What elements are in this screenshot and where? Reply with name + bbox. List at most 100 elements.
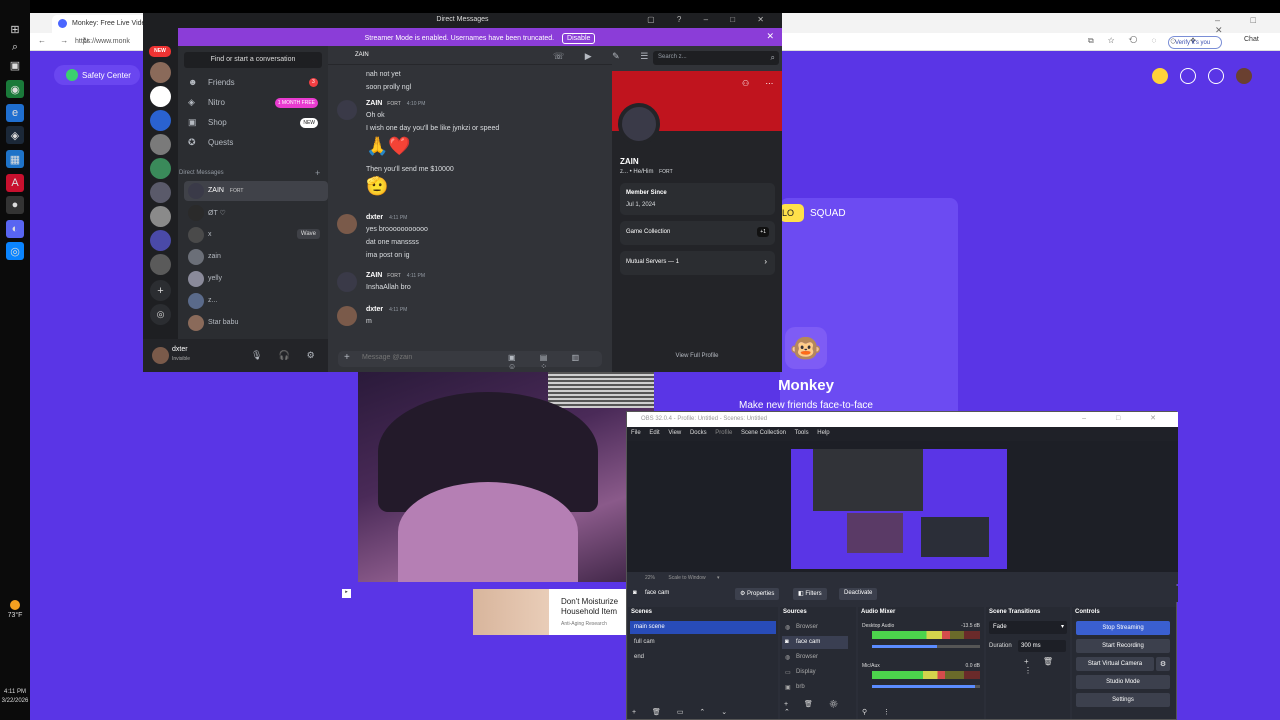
server-icon[interactable]	[150, 158, 171, 179]
discover-icon[interactable]: ◎	[150, 304, 171, 325]
menu-help[interactable]: Help	[817, 430, 829, 436]
chat-button[interactable]: Chat	[1244, 36, 1259, 43]
adobe-app-icon[interactable]: A	[6, 174, 24, 192]
menu-file[interactable]: File	[631, 430, 641, 436]
message-input[interactable]	[362, 354, 482, 361]
attach-icon[interactable]: +	[344, 352, 350, 363]
dm-item[interactable]: zain	[184, 247, 328, 267]
disable-streamer-button[interactable]: Disable	[562, 33, 596, 44]
messages-icon[interactable]	[1208, 68, 1224, 84]
new-dm-icon[interactable]: +	[315, 168, 320, 178]
dm-item[interactable]: ZAIN FORT	[184, 181, 328, 201]
source-toolbar-buttons[interactable]: + 🗑 ⚙ ⌃	[784, 700, 856, 716]
scene-item[interactable]: end	[630, 651, 776, 664]
menu-view[interactable]: View	[668, 430, 681, 436]
weather-widget[interactable]: 73°F	[0, 600, 30, 619]
edge-app-icon[interactable]: e	[6, 104, 24, 122]
source-item[interactable]: ◙ face cam	[782, 636, 848, 649]
stop-streaming-button[interactable]: Stop Streaming	[1076, 621, 1170, 635]
server-icon[interactable]	[150, 110, 171, 131]
discord-app-icon[interactable]: ◐	[6, 220, 24, 238]
start-virtual-camera-button[interactable]: Start Virtual Camera	[1076, 657, 1154, 671]
server-icon[interactable]	[150, 86, 171, 107]
server-icon[interactable]	[150, 182, 171, 203]
avatar[interactable]	[1236, 68, 1252, 84]
dm-item[interactable]: Star babu	[184, 313, 328, 333]
solo-mode-button[interactable]: LO	[780, 204, 804, 222]
menu-docks[interactable]: Docks	[690, 430, 707, 436]
source-item[interactable]: ▭ Display	[782, 666, 848, 679]
ad-banner[interactable]: Don't Moisturize Household Item Anti-Agi…	[473, 589, 627, 635]
dm-item[interactable]: ØT ♡	[184, 203, 328, 223]
obs-window-controls[interactable]: – □ ✕	[1082, 414, 1170, 422]
server-icon[interactable]	[150, 254, 171, 275]
settings-button[interactable]: Settings	[1076, 693, 1170, 707]
zoom-mode[interactable]: Scale to Window	[668, 575, 705, 581]
history-icon[interactable]	[1180, 68, 1196, 84]
ad-badge[interactable]: ▸	[342, 589, 351, 598]
close-icon[interactable]: ✕	[766, 31, 774, 42]
search-input[interactable]: Search z... ⌕	[653, 51, 779, 65]
verify-profile-button[interactable]: Verify it's you	[1168, 36, 1222, 49]
discord-window-controls[interactable]: ▢ ? – □ ✕	[647, 15, 774, 24]
chrome-app-icon[interactable]: ◎	[6, 242, 24, 260]
user-controls[interactable]: 🎙 🎧 ⚙	[251, 350, 322, 361]
game-collection-card[interactable]: Game Collection +1	[620, 221, 775, 245]
server-icon[interactable]	[150, 134, 171, 155]
server-icon[interactable]	[150, 230, 171, 251]
scene-toolbar[interactable]: + 🗑 ▭ ⌃ ⌄	[632, 708, 734, 716]
transition-select[interactable]: Fade ▾	[989, 621, 1067, 634]
add-server-icon[interactable]: +	[150, 280, 171, 301]
find-conversation-button[interactable]: Find or start a conversation	[184, 52, 322, 68]
coins-icon[interactable]	[1152, 68, 1168, 84]
gear-icon[interactable]: ⚙	[1156, 657, 1170, 671]
scene-item[interactable]: full cam	[630, 636, 776, 649]
steam-app-icon[interactable]: ◈	[6, 126, 24, 144]
volume-slider[interactable]	[872, 685, 980, 688]
address-bar[interactable]: https://www.monk	[75, 36, 145, 48]
filters-button[interactable]: ◧ Filters	[793, 588, 827, 600]
dm-item[interactable]: z...	[184, 291, 328, 311]
menu-scene-collection[interactable]: Scene Collection	[741, 430, 786, 436]
menu-edit[interactable]: Edit	[649, 430, 659, 436]
dm-item[interactable]: x Wave	[184, 225, 328, 245]
start-icon[interactable]: ⊞	[6, 20, 24, 38]
mutual-servers-card[interactable]: Mutual Servers — 1 ›	[620, 251, 775, 275]
server-icon[interactable]	[150, 206, 171, 227]
nav-nitro[interactable]: ◈ Nitro 1 MONTH FREE	[184, 94, 322, 112]
squad-mode-button[interactable]: SQUAD	[810, 208, 846, 219]
menu-profile[interactable]: Profile	[715, 430, 732, 436]
profile-actions[interactable]: ⚇ ⋯	[742, 79, 780, 88]
nav-friends[interactable]: ☻ Friends 3	[184, 74, 322, 92]
source-item[interactable]: ◍ Browser	[782, 621, 848, 634]
taskbar-clock[interactable]: 4:11 PM 3/22/2026	[0, 688, 30, 706]
zoom-level[interactable]: 22%	[645, 575, 655, 581]
view-full-profile-link[interactable]: View Full Profile	[612, 353, 782, 359]
wave-button[interactable]: Wave	[296, 229, 320, 239]
obs-app-icon[interactable]: ●	[6, 196, 24, 214]
search-icon[interactable]: ⌕	[6, 38, 24, 56]
chevron-down-icon[interactable]: ▾	[717, 575, 720, 581]
dm-item[interactable]: yelly	[184, 269, 328, 289]
deactivate-button[interactable]: Deactivate	[839, 588, 878, 600]
safety-center-button[interactable]: Safety Center	[54, 65, 140, 85]
mixer-toolbar[interactable]: ⚲ ⋮	[862, 708, 897, 716]
transition-buttons[interactable]: + 🗑 ⋮	[1024, 657, 1070, 675]
obs-preview[interactable]	[791, 449, 1007, 569]
start-recording-button[interactable]: Start Recording	[1076, 639, 1170, 653]
volume-slider[interactable]	[872, 645, 980, 648]
avatar[interactable]	[152, 347, 169, 364]
properties-button[interactable]: ⚙ Properties	[735, 588, 780, 600]
store-app-icon[interactable]: ▦	[6, 150, 24, 168]
server-icon[interactable]	[150, 62, 171, 83]
xbox-app-icon[interactable]: ◉	[6, 80, 24, 98]
scene-item[interactable]: main scene	[630, 621, 776, 634]
nav-shop[interactable]: ▣ Shop NEW	[184, 114, 322, 132]
duration-input[interactable]: 300 ms	[1018, 640, 1066, 652]
nav-quests[interactable]: ✪ Quests	[184, 134, 322, 152]
menu-tools[interactable]: Tools	[795, 430, 809, 436]
composer-icons[interactable]: ▣ ▤ ▥ ☺ ⁘	[508, 353, 602, 371]
source-item[interactable]: ◍ Browser	[782, 651, 848, 664]
studio-mode-button[interactable]: Studio Mode	[1076, 675, 1170, 689]
task-view-icon[interactable]: ▣	[6, 56, 24, 74]
